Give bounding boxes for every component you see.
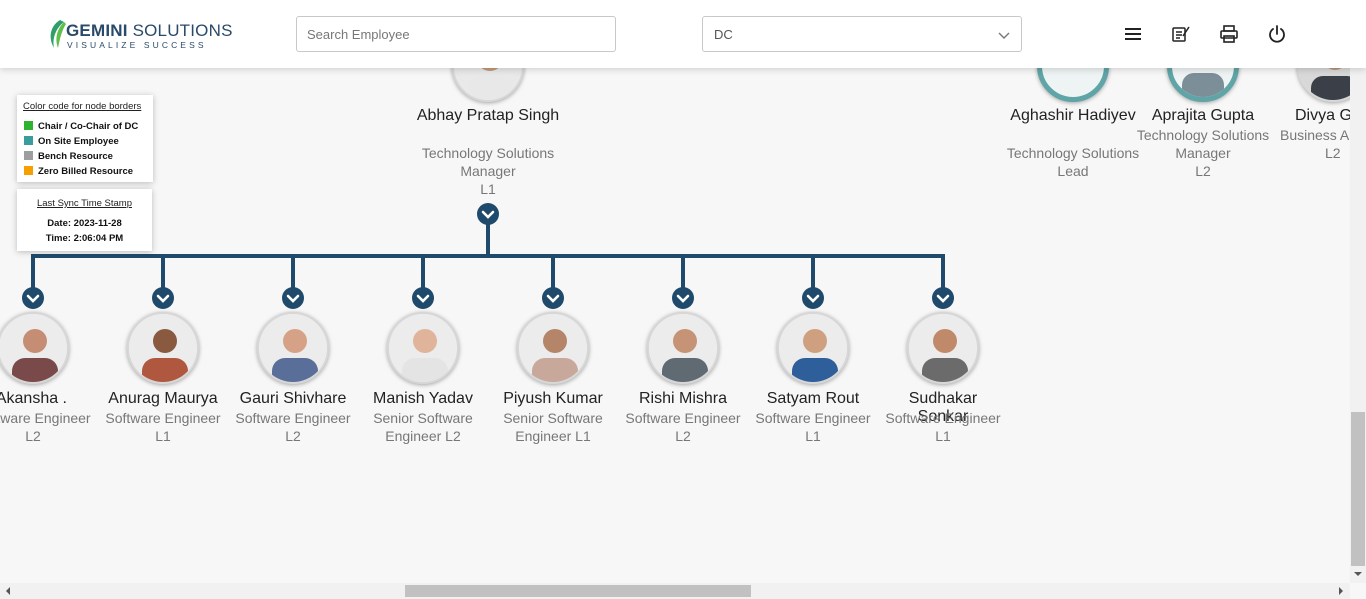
leaf-logo-icon [50, 20, 66, 48]
report-name[interactable]: Manish Yadav [348, 390, 498, 408]
report-role: Software Engineer [105, 410, 221, 426]
report-role: Software Engineer [235, 410, 351, 426]
search-employee-input[interactable] [296, 16, 616, 52]
report-role: Software Engineer [885, 410, 1001, 426]
report-level: L2 [675, 428, 691, 444]
menu-icon[interactable] [1123, 24, 1143, 44]
chevron-down-icon [998, 32, 1010, 39]
report-name[interactable]: Satyam Rout [738, 390, 888, 408]
notes-icon[interactable] [1171, 24, 1191, 44]
legend-swatch [24, 121, 33, 130]
report-role-level: Senior Software Engineer L2 [363, 409, 483, 445]
report-name[interactable]: Anurag Maurya [88, 390, 238, 408]
expand-chevron-icon[interactable] [282, 287, 304, 309]
sync-timestamp-panel: Last Sync Time Stamp Date: 2023-11-28 Ti… [17, 189, 152, 251]
collapse-chevron-icon[interactable] [477, 203, 499, 225]
legend-label: Chair / Co-Chair of DC [38, 121, 139, 132]
company-logo[interactable]: GEMINI SOLUTIONS VISUALIZE SUCCESS [46, 16, 232, 52]
report-level: L1 [935, 428, 951, 444]
report-avatar[interactable] [0, 312, 69, 384]
power-icon[interactable] [1267, 24, 1287, 44]
report-level-text: L2 [445, 428, 461, 444]
report-avatar[interactable] [257, 312, 329, 384]
peer-role: Business A [1280, 127, 1350, 143]
report-name[interactable]: Gauri Shivhare [218, 390, 368, 408]
report-level-text: L1 [575, 428, 591, 444]
report-level: L2 [285, 428, 301, 444]
expand-chevron-icon[interactable] [22, 287, 44, 309]
dc-select-value: DC [714, 27, 733, 42]
expand-chevron-icon[interactable] [152, 287, 174, 309]
legend-item: Chair / Co-Chair of DC [24, 121, 138, 133]
report-avatar[interactable] [777, 312, 849, 384]
report-name[interactable]: Akansha . [0, 390, 67, 408]
peer-name[interactable]: Aprajita Gupta [1128, 107, 1278, 125]
legend-item: Bench Resource [24, 151, 113, 163]
scroll-right-arrow-icon[interactable] [1337, 587, 1345, 595]
manager-name[interactable]: Abhay Pratap Singh [413, 107, 563, 125]
legend-label: Zero Billed Resource [38, 166, 134, 177]
peer-name[interactable]: Divya G [1295, 107, 1350, 125]
dc-select[interactable]: DC [702, 16, 1022, 52]
logo-rest-text: SOLUTIONS [127, 21, 233, 40]
expand-chevron-icon[interactable] [802, 287, 824, 309]
sync-title: Last Sync Time Stamp [36, 198, 133, 209]
scroll-left-arrow-icon[interactable] [4, 587, 12, 595]
print-icon[interactable] [1219, 24, 1239, 44]
color-legend-panel: Color code for node borders Chair / Co-C… [17, 95, 153, 182]
logo-tagline: VISUALIZE SUCCESS [67, 40, 207, 50]
report-avatar[interactable] [647, 312, 719, 384]
legend-label: Bench Resource [38, 151, 113, 162]
app-header: GEMINI SOLUTIONS VISUALIZE SUCCESS DC [0, 0, 1366, 68]
peer-level: L2 [1195, 163, 1211, 179]
logo-bold-text: GEMINI [66, 21, 128, 40]
report-avatar[interactable] [517, 312, 589, 384]
expand-chevron-icon[interactable] [672, 287, 694, 309]
report-level: L1 [155, 428, 171, 444]
report-name[interactable]: Piyush Kumar [478, 390, 628, 408]
peer-level: L2 [1325, 145, 1341, 161]
report-avatar[interactable] [387, 312, 459, 384]
report-name[interactable]: Rishi Mishra [608, 390, 758, 408]
report-role: Software Engineer [625, 410, 741, 426]
sync-date: Date: 2023-11-28 [47, 218, 122, 229]
report-avatar[interactable] [127, 312, 199, 384]
manager-role: Technology Solutions Manager [421, 145, 555, 179]
report-avatar[interactable] [907, 312, 979, 384]
sync-time: Time: 2:06:04 PM [45, 233, 124, 244]
report-role-level: Senior Software Engineer L1 [493, 409, 613, 445]
peer-role: Technology Solutions Lead [1006, 145, 1140, 179]
peer-name[interactable]: Aghashir Hadiyev [998, 107, 1148, 125]
horizontal-scroll-thumb[interactable] [405, 585, 751, 597]
expand-chevron-icon[interactable] [412, 287, 434, 309]
legend-item: Zero Billed Resource [24, 166, 133, 178]
peer-role: Technology Solutions Manager [1136, 127, 1270, 161]
expand-chevron-icon[interactable] [932, 287, 954, 309]
legend-swatch [24, 166, 33, 175]
vertical-scroll-thumb[interactable] [1351, 412, 1365, 566]
legend-swatch [24, 151, 33, 160]
report-level: L1 [805, 428, 821, 444]
manager-level: L1 [480, 181, 496, 197]
org-chart: Abhay Pratap Singh Technology Solutions … [0, 0, 1366, 583]
scroll-down-arrow-icon[interactable] [1354, 570, 1362, 578]
legend-title: Color code for node borders [23, 101, 142, 112]
legend-label: On Site Employee [38, 136, 119, 147]
legend-item: On Site Employee [24, 136, 119, 148]
report-role: Software Engineer [755, 410, 871, 426]
expand-chevron-icon[interactable] [542, 287, 564, 309]
legend-swatch [24, 136, 33, 145]
